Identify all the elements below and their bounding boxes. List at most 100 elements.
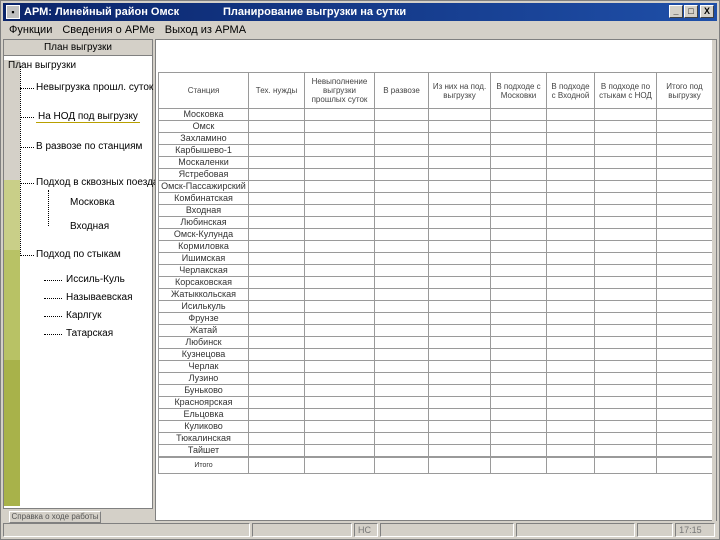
table-cell[interactable] (656, 276, 713, 289)
table-cell[interactable] (428, 432, 491, 445)
table-cell[interactable] (594, 192, 657, 205)
table-cell[interactable] (490, 408, 547, 421)
table-cell[interactable] (304, 324, 375, 337)
station-name[interactable]: Красноярская (158, 396, 249, 409)
table-cell[interactable] (304, 444, 375, 458)
tree-item-through-trains[interactable]: Подход в сквозных поездах (36, 177, 163, 188)
station-name[interactable]: Фрунзе (158, 312, 249, 325)
table-cell[interactable] (546, 192, 595, 205)
table-cell[interactable] (304, 396, 375, 409)
table-cell[interactable] (374, 456, 429, 474)
table-cell[interactable] (546, 384, 595, 397)
table-cell[interactable] (428, 192, 491, 205)
table-cell[interactable] (656, 384, 713, 397)
table-cell[interactable] (304, 372, 375, 385)
table-cell[interactable] (248, 264, 305, 277)
table-cell[interactable] (248, 132, 305, 145)
table-cell[interactable] (546, 300, 595, 313)
table-cell[interactable] (546, 252, 595, 265)
bottom-tab[interactable]: Справка о ходе работы (9, 511, 101, 523)
col-header-of-them[interactable]: Из них на под. выгрузку (428, 72, 491, 109)
table-cell[interactable] (546, 168, 595, 181)
table-cell[interactable] (248, 420, 305, 433)
col-header-from-vkhodnaya[interactable]: В подходе с Входной (546, 72, 595, 109)
vertical-scrollbar[interactable] (712, 40, 716, 522)
table-cell[interactable] (490, 180, 547, 193)
table-cell[interactable] (248, 324, 305, 337)
table-cell[interactable] (490, 432, 547, 445)
table-cell[interactable] (490, 384, 547, 397)
table-cell[interactable] (304, 336, 375, 349)
table-cell[interactable] (248, 384, 305, 397)
table-cell[interactable] (304, 240, 375, 253)
table-cell[interactable] (656, 348, 713, 361)
table-cell[interactable] (656, 144, 713, 157)
table-cell[interactable] (656, 444, 713, 458)
table-cell[interactable] (248, 180, 305, 193)
table-cell[interactable] (594, 324, 657, 337)
table-cell[interactable] (656, 372, 713, 385)
table-cell[interactable] (594, 120, 657, 133)
table-cell[interactable] (304, 144, 375, 157)
table-cell[interactable] (656, 432, 713, 445)
table-cell[interactable] (428, 276, 491, 289)
table-cell[interactable] (248, 444, 305, 458)
table-cell[interactable] (248, 300, 305, 313)
station-name[interactable]: Московка (158, 108, 249, 121)
table-cell[interactable] (490, 264, 547, 277)
table-cell[interactable] (546, 228, 595, 241)
table-cell[interactable] (490, 288, 547, 301)
table-cell[interactable] (546, 408, 595, 421)
table-cell[interactable] (374, 444, 429, 458)
table-cell[interactable] (490, 276, 547, 289)
table-cell[interactable] (304, 384, 375, 397)
table-cell[interactable] (374, 192, 429, 205)
station-name[interactable]: Лузино (158, 372, 249, 385)
table-cell[interactable] (374, 432, 429, 445)
table-cell[interactable] (304, 180, 375, 193)
table-cell[interactable] (546, 264, 595, 277)
table-cell[interactable] (304, 300, 375, 313)
table-cell[interactable] (490, 120, 547, 133)
table-cell[interactable] (304, 132, 375, 145)
table-cell[interactable] (546, 180, 595, 193)
table-cell[interactable] (428, 228, 491, 241)
table-cell[interactable] (304, 192, 375, 205)
table-cell[interactable] (490, 168, 547, 181)
table-cell[interactable] (546, 312, 595, 325)
table-cell[interactable] (304, 168, 375, 181)
table-cell[interactable] (546, 156, 595, 169)
table-cell[interactable] (248, 108, 305, 121)
table-cell[interactable] (428, 264, 491, 277)
table-cell[interactable] (490, 216, 547, 229)
col-header-from-moskovka[interactable]: В подходе с Московки (490, 72, 547, 109)
table-cell[interactable] (428, 312, 491, 325)
table-cell[interactable] (490, 396, 547, 409)
table-cell[interactable] (248, 156, 305, 169)
table-cell[interactable] (374, 288, 429, 301)
station-name[interactable]: Корсаковская (158, 276, 249, 289)
table-cell[interactable] (490, 228, 547, 241)
table-cell[interactable] (490, 108, 547, 121)
tree-item-junctions[interactable]: Подход по стыкам (36, 249, 121, 260)
station-name[interactable]: Ишимская (158, 252, 249, 265)
table-cell[interactable] (546, 456, 595, 474)
station-name[interactable]: Любинск (158, 336, 249, 349)
table-cell[interactable] (374, 120, 429, 133)
table-cell[interactable] (374, 216, 429, 229)
table-cell[interactable] (374, 276, 429, 289)
table-cell[interactable] (594, 240, 657, 253)
table-cell[interactable] (374, 228, 429, 241)
table-cell[interactable] (374, 324, 429, 337)
table-cell[interactable] (594, 144, 657, 157)
table-cell[interactable] (490, 312, 547, 325)
table-cell[interactable] (304, 252, 375, 265)
table-cell[interactable] (594, 360, 657, 373)
table-cell[interactable] (656, 156, 713, 169)
table-cell[interactable] (304, 432, 375, 445)
table-cell[interactable] (546, 372, 595, 385)
station-name[interactable]: Захламино (158, 132, 249, 145)
table-cell[interactable] (304, 348, 375, 361)
station-name[interactable]: Буньково (158, 384, 249, 397)
table-cell[interactable] (594, 456, 657, 474)
